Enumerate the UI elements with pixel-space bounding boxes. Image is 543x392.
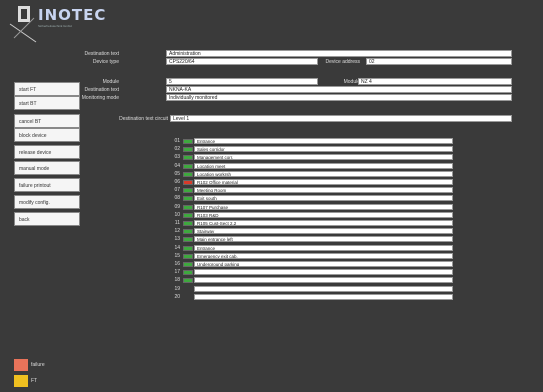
module-type-field[interactable]: NZ 4 [358, 78, 512, 85]
monitoring-mode-field[interactable]: Individually monitored [166, 94, 512, 101]
device-address-label: Device address [325, 59, 360, 65]
circuit-row-number: 13 [174, 236, 180, 242]
circuit-row-number: 18 [174, 277, 180, 283]
legend-failure-label: failure [31, 362, 45, 368]
start-ft-button[interactable]: start FT [14, 82, 80, 96]
circuit-text-field[interactable]: Sales corridor [194, 146, 453, 152]
circuit-text-field[interactable] [194, 277, 453, 283]
circuit-status-led [183, 196, 193, 201]
circuit-label: Destination text circuit [119, 116, 168, 122]
circuit-row-number: 10 [174, 212, 180, 218]
circuit-status-led [183, 262, 193, 267]
circuit-row-number: 06 [174, 179, 180, 185]
circuit-row-number: 19 [174, 286, 180, 292]
circuit-text-field[interactable]: R103 R&D [194, 212, 453, 218]
release-device-button[interactable]: release device [14, 145, 80, 159]
circuit-text-field[interactable] [194, 269, 453, 275]
circuit-status-led [183, 155, 193, 160]
circuit-row-number: 15 [174, 253, 180, 259]
circuit-row-number: 20 [174, 294, 180, 300]
circuit-text-field[interactable]: R107 Purchase [194, 204, 453, 210]
circuit-row-number: 16 [174, 261, 180, 267]
device-type-label: Device type [92, 59, 119, 65]
cancel-bt-button[interactable]: cancel BT [14, 114, 80, 128]
device-address-field[interactable]: 02 [366, 58, 512, 65]
circuit-row-number: 05 [174, 171, 180, 177]
block-device-button[interactable]: block device [14, 128, 80, 142]
circuit-text-field[interactable]: Management corr. [194, 154, 453, 160]
legend-ft-label: FT [31, 378, 38, 384]
logo-brand-text: INOTEC [38, 6, 107, 24]
circuit-status-led [183, 270, 193, 275]
circuit-status-led [183, 172, 193, 177]
circuit-text-field[interactable]: Entrance [194, 245, 453, 251]
circuit-status-led [183, 278, 193, 283]
circuit-status-led [183, 188, 193, 193]
circuit-status-led [183, 237, 193, 242]
circuit-row-number: 01 [174, 138, 180, 144]
destination-text-field[interactable]: Administration [166, 50, 512, 57]
circuit-row-number: 17 [174, 269, 180, 275]
circuit-text-field[interactable]: Stairway [194, 228, 453, 234]
circuit-text-field[interactable]: Exit south [194, 195, 453, 201]
circuit-status-led [183, 254, 193, 259]
circuit-text-field[interactable] [194, 286, 453, 292]
module-type-label: Module [343, 79, 360, 85]
failure-printout-button[interactable]: failure printout [14, 178, 80, 192]
circuit-status-led [183, 213, 193, 218]
circuit-row-number: 09 [174, 204, 180, 210]
circuit-text-field[interactable]: Entrance [194, 138, 453, 144]
circuit-field[interactable]: Level 1 [170, 115, 512, 122]
circuit-text-field[interactable]: R102 Office material [194, 179, 453, 185]
circuit-text-field[interactable]: R105 Cust-Sect 2.2 [194, 220, 453, 226]
circuit-row-number: 12 [174, 228, 180, 234]
circuit-row-number: 03 [174, 154, 180, 160]
circuit-status-led [183, 164, 193, 169]
circuit-row-number: 04 [174, 163, 180, 169]
device-type-field[interactable]: CPS220/64 [166, 58, 318, 65]
module-field[interactable]: 5 [166, 78, 318, 85]
circuit-row-number: 11 [174, 220, 180, 226]
circuit-status-led [183, 205, 193, 210]
back-button[interactable]: back [14, 212, 80, 226]
circuit-status-led [183, 229, 193, 234]
circuit-status-led [183, 221, 193, 226]
circuit-status-led [183, 139, 193, 144]
circuit-text-field[interactable]: Main entrance left [194, 236, 453, 242]
circuit-text-field[interactable] [194, 294, 453, 300]
circuit-row-number: 02 [174, 146, 180, 152]
start-bt-button[interactable]: start BT [14, 96, 80, 110]
legend-ft-swatch [14, 375, 28, 387]
circuit-row-number: 14 [174, 245, 180, 251]
circuit-text-field[interactable]: Underground parking [194, 261, 453, 267]
circuit-text-field[interactable]: Location workrsh [194, 171, 453, 177]
circuit-status-led [183, 147, 193, 152]
destination-text-label: Destination text [84, 51, 119, 57]
circuit-status-led [183, 246, 193, 251]
circuit-status-led [183, 180, 193, 185]
inotec-logo: INOTEC Sicherheitstechnik GmbH [8, 4, 118, 44]
circuit-row-number: 07 [174, 187, 180, 193]
circuit-text-field[interactable]: Meeting Room [194, 187, 453, 193]
logo-tagline: Sicherheitstechnik GmbH [38, 24, 72, 28]
module-destination-field[interactable]: NKNA-KA [166, 86, 512, 93]
logo-mark-icon [9, 6, 37, 43]
legend-failure-swatch [14, 359, 28, 371]
modify-config-button[interactable]: modify config. [14, 195, 80, 209]
circuit-text-field[interactable]: Emergency exit cab. [194, 253, 453, 259]
manual-mode-button[interactable]: manual mode [14, 161, 80, 175]
circuit-text-field[interactable]: Location meet [194, 163, 453, 169]
circuit-row-number: 08 [174, 195, 180, 201]
